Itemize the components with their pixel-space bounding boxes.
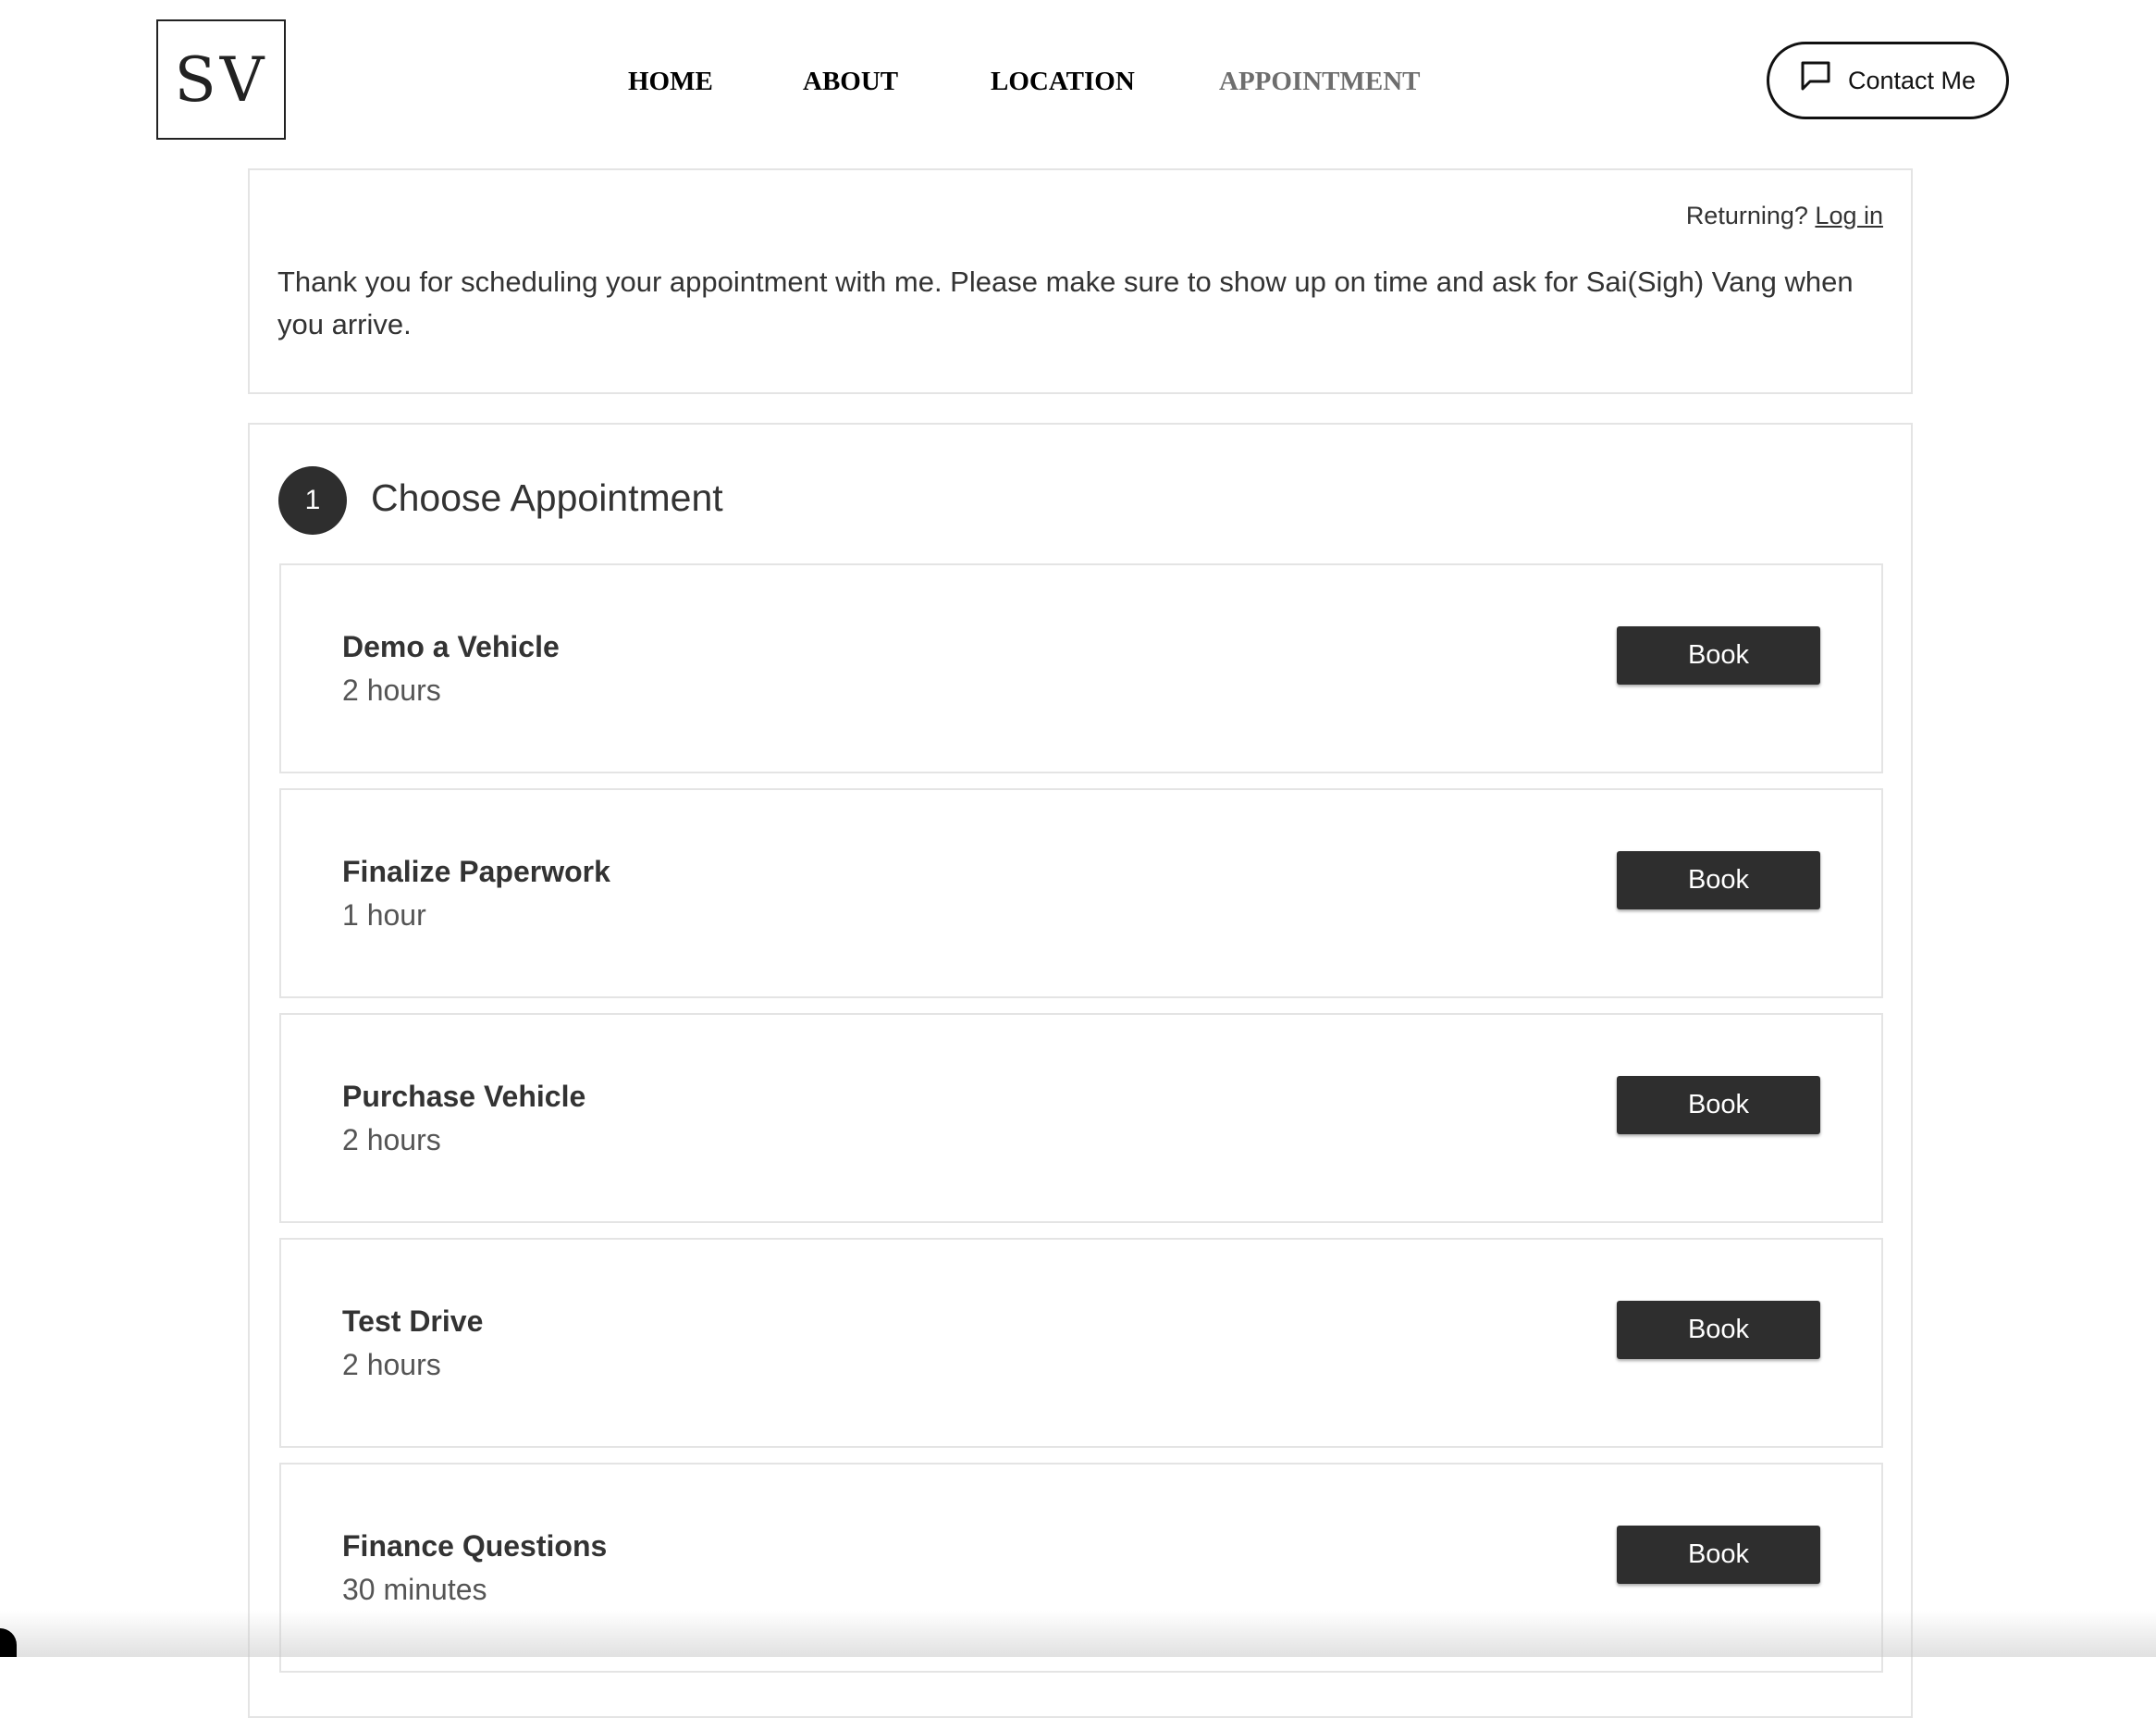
- login-link[interactable]: Log in: [1815, 202, 1883, 229]
- service-name: Finance Questions: [342, 1529, 608, 1563]
- book-button[interactable]: Book: [1617, 1301, 1820, 1359]
- nav-home[interactable]: HOME: [628, 56, 713, 107]
- intro-panel: Returning? Log in Thank you for scheduli…: [248, 168, 1913, 394]
- step-title: Choose Appointment: [371, 476, 723, 519]
- service-card[interactable]: Finalize Paperwork 1 hour Book: [279, 788, 1883, 998]
- service-duration: 30 minutes: [342, 1573, 487, 1606]
- nav-about[interactable]: ABOUT: [803, 56, 898, 107]
- service-card[interactable]: Demo a Vehicle 2 hours Book: [279, 563, 1883, 773]
- intro-message: Thank you for scheduling your appointmen…: [277, 266, 1854, 340]
- service-card[interactable]: Test Drive 2 hours Book: [279, 1238, 1883, 1448]
- service-name: Test Drive: [342, 1304, 484, 1338]
- service-duration: 2 hours: [342, 1348, 441, 1381]
- book-button[interactable]: Book: [1617, 1076, 1820, 1134]
- contact-me-button[interactable]: Contact Me: [1767, 42, 2009, 119]
- service-duration: 2 hours: [342, 1123, 441, 1156]
- nav-appointment[interactable]: APPOINTMENT: [1219, 56, 1421, 107]
- contact-me-label: Contact Me: [1847, 66, 1977, 94]
- step-number-badge: 1: [278, 466, 347, 535]
- book-button[interactable]: Book: [1617, 626, 1820, 685]
- site-logo[interactable]: SV: [156, 19, 286, 140]
- book-button[interactable]: Book: [1617, 1526, 1820, 1584]
- service-name: Purchase Vehicle: [342, 1080, 586, 1113]
- returning-text: Returning?: [1685, 202, 1808, 229]
- chat-bubble-icon: [1801, 61, 1830, 91]
- service-duration: 2 hours: [342, 674, 441, 707]
- service-name: Finalize Paperwork: [342, 855, 610, 888]
- nav-location[interactable]: LOCATION: [991, 56, 1135, 107]
- returning-prompt: Returning? Log in: [1686, 202, 1883, 230]
- service-name: Demo a Vehicle: [342, 630, 560, 663]
- book-button[interactable]: Book: [1617, 851, 1820, 909]
- service-duration: 1 hour: [342, 898, 426, 932]
- service-card[interactable]: Purchase Vehicle 2 hours Book: [279, 1013, 1883, 1223]
- site-header: SV HOME ABOUT LOCATION APPOINTMENT Conta…: [0, 0, 2156, 162]
- bottom-edge-shadow: [0, 1611, 2156, 1657]
- appointment-panel: 1 Choose Appointment Demo a Vehicle 2 ho…: [248, 423, 1913, 1718]
